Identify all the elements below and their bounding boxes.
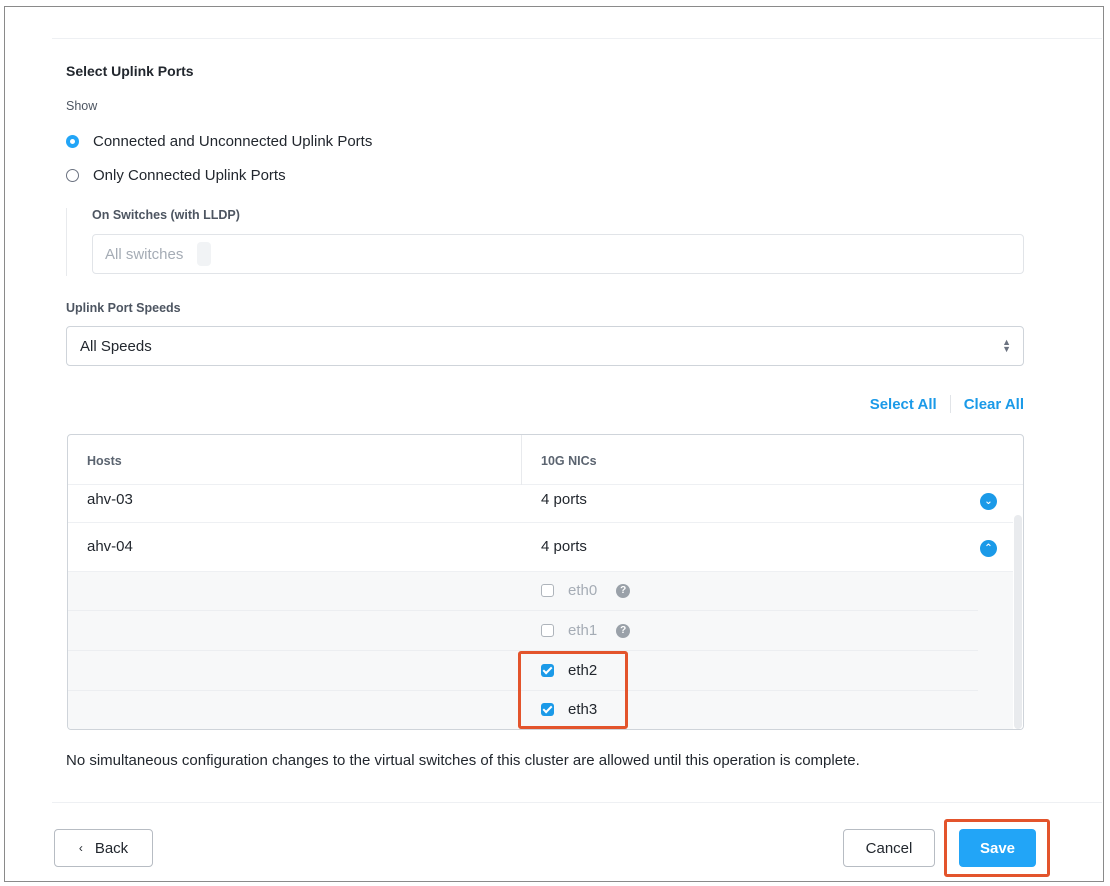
link-separator	[949, 395, 951, 413]
highlight-save	[944, 819, 1050, 877]
cancel-button[interactable]: Cancel	[843, 829, 935, 867]
speed-label: Uplink Port Speeds	[66, 301, 181, 315]
speed-select[interactable]: All Speeds ▲ ▼	[66, 326, 1024, 366]
select-all-link[interactable]: Select All	[870, 396, 937, 413]
port-count: 4 ports	[541, 491, 587, 508]
table-header: Hosts 10G NICs	[68, 435, 1023, 485]
nic-name: eth1	[568, 622, 598, 639]
table-row[interactable]: ahv-04 4 ports ⌃	[68, 524, 1013, 572]
back-button[interactable]: ‹ Back	[54, 829, 153, 867]
table-row[interactable]: ahv-03 4 ports ⌄	[68, 483, 1013, 523]
switches-label: On Switches (with LLDP)	[92, 208, 240, 222]
switches-filter-block: On Switches (with LLDP) All switches	[66, 208, 1024, 276]
nic-row: eth1 ?	[68, 612, 978, 651]
nic-eth0[interactable]: eth0 ?	[541, 582, 631, 599]
switches-input[interactable]: All switches	[92, 234, 1024, 274]
host-name: ahv-04	[87, 538, 133, 555]
back-label: Back	[94, 839, 129, 857]
tag-placeholder	[197, 242, 212, 266]
host-name: ahv-03	[87, 491, 133, 508]
chevron-up-icon[interactable]: ⌃	[980, 540, 997, 557]
column-divider	[521, 435, 522, 485]
radio-only-connected[interactable]: Only Connected Uplink Ports	[66, 167, 286, 184]
nic-row: eth0 ?	[68, 572, 978, 611]
checkbox-unchecked-icon[interactable]	[541, 624, 554, 637]
section-title: Select Uplink Ports	[66, 63, 194, 79]
nic-name: eth0	[568, 582, 598, 599]
radio-connected-and-unconnected[interactable]: Connected and Unconnected Uplink Ports	[66, 133, 372, 150]
checkbox-unchecked-icon[interactable]	[541, 584, 554, 597]
speed-select-value: All Speeds	[80, 337, 152, 355]
radio-selected-icon[interactable]	[66, 135, 79, 148]
chevron-left-icon: ‹	[78, 841, 83, 855]
radio-unselected-icon[interactable]	[66, 169, 79, 182]
updown-arrows-icon: ▲ ▼	[1002, 337, 1011, 354]
switches-placeholder: All switches	[105, 245, 184, 263]
concurrency-notice: No simultaneous configuration changes to…	[66, 752, 860, 769]
question-circle-icon[interactable]: ?	[616, 623, 631, 638]
column-header-nics: 10G NICs	[541, 454, 597, 468]
radio-label: Only Connected Uplink Ports	[93, 167, 286, 184]
radio-label: Connected and Unconnected Uplink Ports	[93, 133, 373, 150]
port-count: 4 ports	[541, 538, 587, 555]
column-header-hosts: Hosts	[87, 454, 122, 468]
top-divider	[52, 38, 1102, 39]
clear-all-link[interactable]: Clear All	[964, 396, 1024, 413]
nic-eth1[interactable]: eth1 ?	[541, 622, 631, 639]
footer-divider	[52, 802, 1102, 803]
chevron-down-icon[interactable]: ⌄	[980, 493, 997, 510]
scrollbar-thumb[interactable]	[1014, 515, 1022, 729]
bulk-select-links: Select All Clear All	[870, 395, 1024, 413]
show-label: Show	[66, 99, 98, 113]
highlight-eth2-eth3	[518, 651, 628, 729]
question-circle-icon[interactable]: ?	[616, 583, 631, 598]
